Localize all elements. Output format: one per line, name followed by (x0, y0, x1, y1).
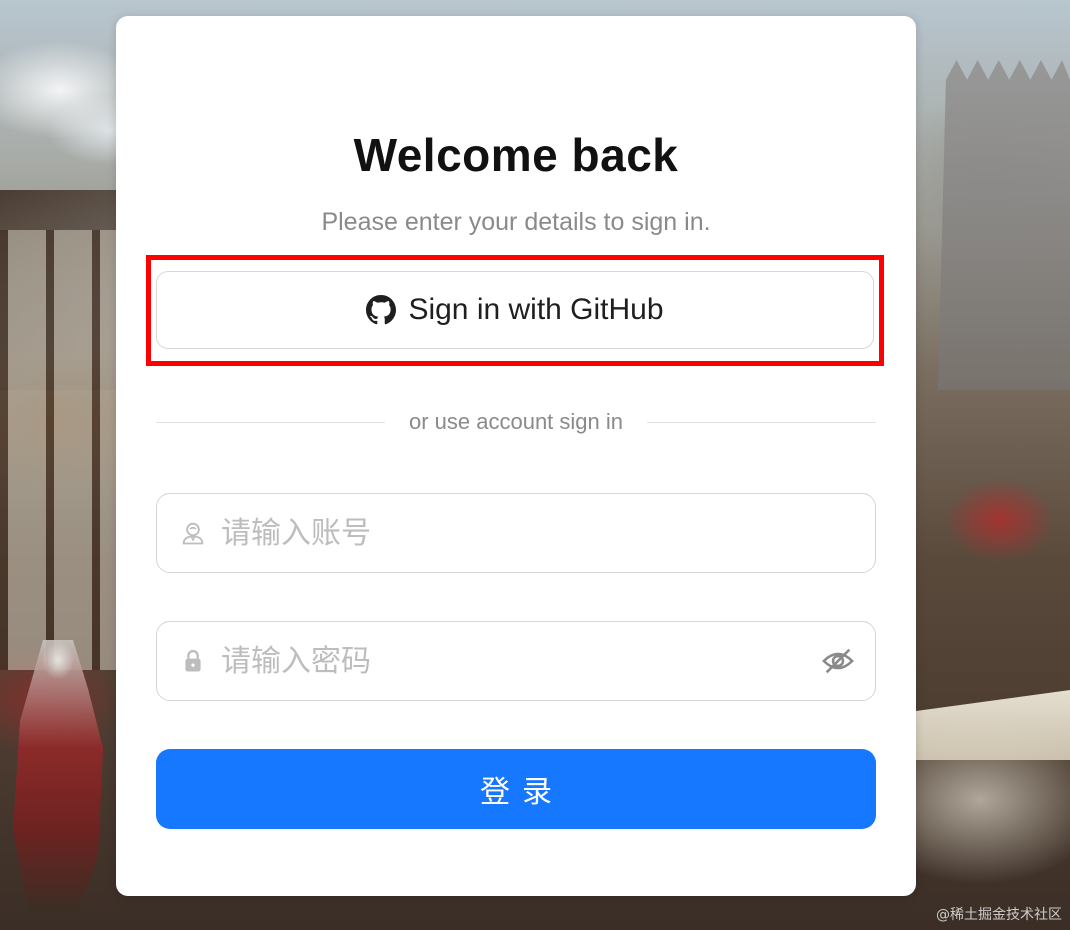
account-field[interactable] (156, 493, 876, 573)
github-signin-button[interactable]: Sign in with GitHub (156, 271, 874, 349)
background-house (0, 230, 118, 670)
password-field[interactable] (156, 621, 876, 701)
user-icon (182, 522, 204, 545)
background-tent (916, 690, 1070, 760)
divider-line-right (647, 421, 876, 423)
login-card: Welcome back Please enter your details t… (116, 16, 916, 896)
page-subtitle: Please enter your details to sign in. (321, 208, 711, 236)
login-button[interactable]: 登录 (156, 749, 876, 829)
github-signin-label: Sign in with GitHub (408, 293, 664, 326)
password-input[interactable] (219, 630, 821, 692)
divider: or use account sign in (156, 404, 876, 440)
background-tower (938, 60, 1070, 390)
background-knight (13, 640, 103, 910)
watermark: @稀土掘金技术社区 (936, 907, 1062, 923)
page-title: Welcome back (353, 129, 679, 181)
account-input[interactable] (219, 502, 875, 564)
divider-text: or use account sign in (408, 409, 624, 434)
lock-icon (185, 649, 201, 672)
github-icon (366, 295, 397, 325)
eye-slash-icon[interactable] (821, 644, 855, 678)
divider-line-left (156, 421, 385, 423)
